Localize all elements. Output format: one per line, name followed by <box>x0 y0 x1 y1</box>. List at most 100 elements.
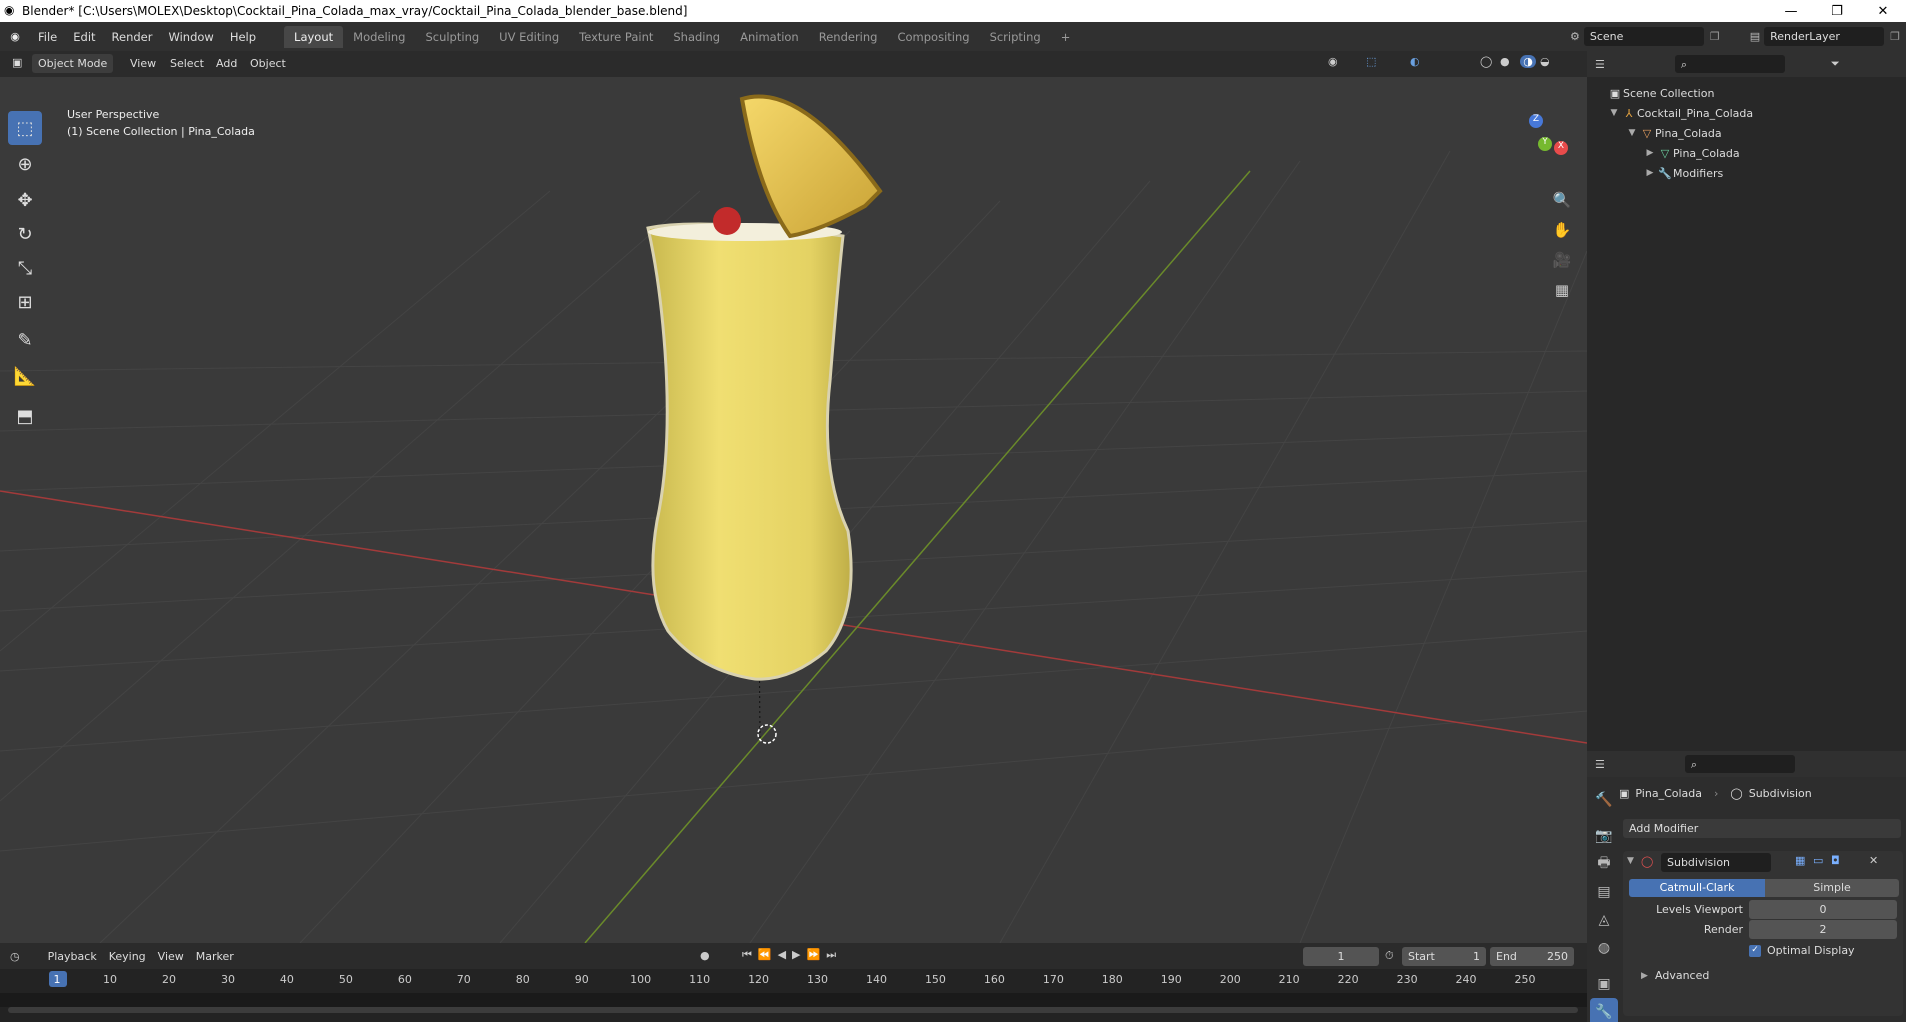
object-properties-tab[interactable]: ▣ <box>1590 970 1618 998</box>
view-menu[interactable]: View <box>130 57 156 70</box>
start-frame-field[interactable]: Start 1 <box>1402 947 1486 966</box>
remove-modifier-icon[interactable]: ✕ <box>1869 854 1878 867</box>
collapse-arrow-icon[interactable]: ▶ <box>1643 148 1657 158</box>
renderlayer-browse-icon[interactable]: ❐ <box>1890 30 1900 43</box>
stopwatch-icon[interactable]: ⏱ <box>1385 949 1394 963</box>
ortho-toggle-icon[interactable]: ▦ <box>1548 276 1576 304</box>
modifier-name-field[interactable]: Subdivision <box>1661 853 1771 872</box>
restore-button[interactable]: ❐ <box>1814 4 1860 19</box>
3d-viewport[interactable]: ▣ Object Mode View Select Add Object ◉ ⬚… <box>0 51 1587 943</box>
add-modifier-button[interactable]: Add Modifier <box>1623 819 1901 838</box>
close-button[interactable]: ✕ <box>1860 4 1906 19</box>
add-menu[interactable]: Add <box>216 57 237 70</box>
3d-cursor[interactable] <box>757 724 777 744</box>
properties-search-input[interactable]: ⌕ <box>1684 755 1795 773</box>
optimal-display-checkbox[interactable]: ✓ <box>1749 945 1761 957</box>
outliner-pina-colada-object[interactable]: ▼ ▽ Pina_Colada <box>1587 123 1906 143</box>
properties-editor-icon[interactable]: ☰ <box>1595 758 1605 771</box>
view-layer-tab[interactable]: ▤ <box>1590 878 1618 906</box>
gizmo-z-axis[interactable]: Z <box>1529 114 1543 128</box>
panel-collapse-icon[interactable]: ▼ <box>1627 856 1634 866</box>
cherry[interactable] <box>713 207 741 235</box>
render-toggle-icon[interactable]: ◘ <box>1831 854 1840 867</box>
keying-menu[interactable]: Keying <box>109 950 146 963</box>
outliner-search-input[interactable]: ⌕ <box>1674 55 1785 73</box>
timeline-view-menu[interactable]: View <box>158 950 184 963</box>
editmode-toggle-icon[interactable]: ▦ <box>1795 854 1805 867</box>
menu-edit[interactable]: Edit <box>65 30 103 44</box>
viewport-toggle-icon[interactable]: ▭ <box>1813 854 1823 867</box>
transform-tool[interactable]: ⊞ <box>8 285 42 319</box>
playback-controls[interactable]: ⏮⏪◀▶⏩⏭ <box>742 948 842 962</box>
menu-help[interactable]: Help <box>222 30 264 44</box>
simple-button[interactable]: Simple <box>1765 879 1899 897</box>
visibility-icon[interactable]: ◉ <box>1328 55 1338 68</box>
marker-menu[interactable]: Marker <box>196 950 234 963</box>
gizmo-toggle-icon[interactable]: ⬚ <box>1366 55 1376 68</box>
playback-menu[interactable]: Playback <box>48 950 97 963</box>
cocktail-glass[interactable] <box>646 222 853 681</box>
outliner-scene-collection[interactable]: ▣ Scene Collection <box>1587 83 1906 103</box>
minimize-button[interactable]: — <box>1768 4 1814 19</box>
overlay-toggle-icon[interactable]: ◐ <box>1410 55 1420 68</box>
select-box-tool[interactable]: ⬚ <box>8 111 42 145</box>
tab-rendering[interactable]: Rendering <box>809 26 888 48</box>
timeline-editor-icon[interactable]: ◷ <box>10 950 20 963</box>
blender-menu-icon[interactable]: ◉ <box>0 30 30 43</box>
annotate-tool[interactable]: ✎ <box>8 323 42 357</box>
modifier-properties-tab[interactable]: 🔧 <box>1590 998 1618 1022</box>
tab-sculpting[interactable]: Sculpting <box>415 26 489 48</box>
outliner-editor-icon[interactable]: ☰ <box>1595 58 1605 71</box>
filter-icon[interactable]: ⏷ <box>1831 57 1840 71</box>
scale-tool[interactable]: ⤡ <box>8 251 42 285</box>
catmull-clark-button[interactable]: Catmull-Clark <box>1629 879 1765 897</box>
move-tool[interactable]: ✥ <box>8 183 42 217</box>
expand-arrow-icon[interactable]: ▼ <box>1625 128 1639 138</box>
solid-shading-icon[interactable]: ● <box>1500 55 1510 68</box>
pineapple-slice[interactable] <box>739 94 883 239</box>
add-cube-tool[interactable]: ⬒ <box>8 399 42 433</box>
scene-selector[interactable]: Scene <box>1583 27 1704 46</box>
timeline-scrollbar[interactable] <box>8 1007 1578 1013</box>
menu-file[interactable]: File <box>30 30 65 44</box>
material-shading-icon[interactable]: ◑ <box>1520 55 1536 68</box>
output-properties-tab[interactable]: 🖶 <box>1590 850 1618 878</box>
rendered-shading-icon[interactable]: ◒ <box>1540 55 1550 68</box>
renderlayer-selector[interactable]: RenderLayer <box>1764 27 1885 46</box>
add-workspace-button[interactable]: + <box>1051 26 1081 48</box>
tab-animation[interactable]: Animation <box>730 26 809 48</box>
advanced-section[interactable]: Advanced <box>1655 969 1709 982</box>
end-frame-field[interactable]: End 250 <box>1490 947 1574 966</box>
pan-view-icon[interactable]: ✋ <box>1548 216 1576 244</box>
wireframe-shading-icon[interactable]: ◯ <box>1480 55 1492 68</box>
tab-modeling[interactable]: Modeling <box>343 26 415 48</box>
render-properties-tab[interactable]: 📷 <box>1590 822 1618 850</box>
outliner-modifiers[interactable]: ▶ 🔧 Modifiers <box>1587 163 1906 183</box>
select-menu[interactable]: Select <box>170 57 204 70</box>
rotate-tool[interactable]: ↻ <box>8 217 42 251</box>
outliner-mesh-data[interactable]: ▶ ▽ Pina_Colada <box>1587 143 1906 163</box>
tab-uv-editing[interactable]: UV Editing <box>489 26 569 48</box>
render-levels-field[interactable]: 2 <box>1749 920 1897 939</box>
expand-arrow-icon[interactable]: ▼ <box>1607 108 1621 118</box>
tab-texture-paint[interactable]: Texture Paint <box>569 26 663 48</box>
levels-viewport-field[interactable]: 0 <box>1749 900 1897 919</box>
scene-properties-tab[interactable]: ◬ <box>1590 906 1618 934</box>
scene-browse-icon[interactable]: ❐ <box>1710 30 1720 43</box>
gizmo-x-axis[interactable]: X <box>1554 141 1568 155</box>
camera-view-icon[interactable]: 🎥 <box>1548 246 1576 274</box>
current-frame-field[interactable]: 1 <box>1303 947 1379 966</box>
object-mode-selector[interactable]: Object Mode <box>32 54 114 73</box>
gizmo-y-axis[interactable]: Y <box>1538 137 1552 151</box>
collapse-arrow-icon[interactable]: ▶ <box>1643 168 1657 178</box>
tool-properties-tab[interactable]: 🔨 <box>1590 786 1618 814</box>
menu-window[interactable]: Window <box>160 30 221 44</box>
tab-layout[interactable]: Layout <box>284 25 344 48</box>
cursor-tool[interactable]: ⊕ <box>8 147 42 181</box>
world-properties-tab[interactable]: ◍ <box>1590 934 1618 962</box>
object-menu[interactable]: Object <box>250 57 286 70</box>
outliner-cocktail-collection[interactable]: ▼ ⅄ Cocktail_Pina_Colada <box>1587 103 1906 123</box>
timeline-ruler[interactable] <box>0 993 1587 1007</box>
tab-scripting[interactable]: Scripting <box>980 26 1051 48</box>
editor-type-icon[interactable]: ▣ <box>12 56 22 69</box>
